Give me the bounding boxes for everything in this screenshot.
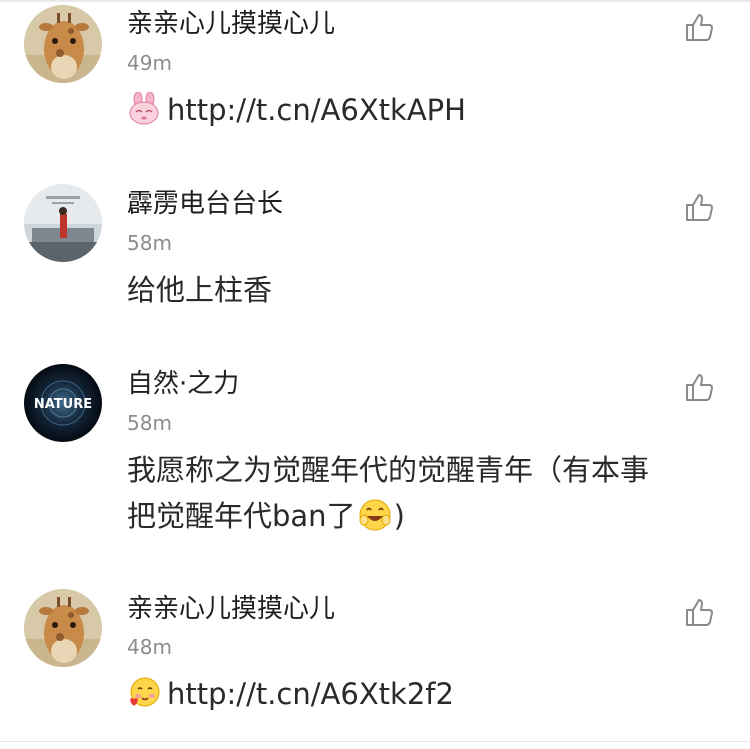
username[interactable]: 自然·之力 [127, 367, 239, 401]
comment-text: 我愿称之为觉醒年代的觉醒青年（有本事 把觉醒年代ban了 ) [127, 447, 737, 539]
comment-item: 亲亲心儿摸摸心儿 49m http://t.cn/A6XtkAPH [0, 0, 750, 180]
radio-host-avatar-icon [24, 184, 102, 262]
link-text[interactable]: http://t.cn/A6Xtk2f2 [167, 677, 454, 711]
link-text[interactable]: http://t.cn/A6XtkAPH [167, 93, 466, 127]
timestamp: 58m [127, 411, 172, 435]
grinning-face-emoji-icon [359, 499, 391, 531]
comment-line: http://t.cn/A6Xtk2f2 [127, 671, 737, 717]
avatar[interactable] [24, 184, 102, 262]
comment-line-text: ) [393, 499, 405, 533]
thumbs-up-icon[interactable] [684, 191, 716, 223]
thumbs-up-icon[interactable] [684, 11, 716, 43]
timestamp: 48m [127, 635, 172, 659]
comment-line: 我愿称之为觉醒年代的觉醒青年（有本事 [127, 453, 650, 487]
timestamp: 49m [127, 51, 172, 75]
avatar-label: NATURE [34, 397, 92, 412]
avatar[interactable] [24, 589, 102, 667]
comment-text: http://t.cn/A6Xtk2f2 [127, 671, 737, 717]
comment-text: 给他上柱香 [127, 267, 737, 313]
comment-line: http://t.cn/A6XtkAPH [127, 87, 737, 133]
username[interactable]: 亲亲心儿摸摸心儿 [127, 592, 335, 626]
giraffe-avatar-icon [24, 589, 102, 667]
blushing-heart-emoji-icon [130, 677, 160, 707]
comment-line: 给他上柱香 [127, 273, 273, 307]
thumbs-up-icon[interactable] [684, 371, 716, 403]
pink-bunny-emoji-icon [129, 92, 159, 125]
avatar[interactable]: NATURE [24, 364, 102, 442]
comment-item: 霹雳电台台长 58m 给他上柱香 [0, 180, 750, 360]
nature-avatar-icon: NATURE [24, 364, 102, 442]
comment-item: 亲亲心儿摸摸心儿 48m http://t.cn/A6Xtk2f2 [0, 585, 750, 741]
comment-text: http://t.cn/A6XtkAPH [127, 87, 737, 133]
username[interactable]: 亲亲心儿摸摸心儿 [127, 7, 335, 41]
comment-item: NATURE 自然·之力 58m 我愿称之为觉醒年代的觉醒青年（有本事 把觉醒年… [0, 360, 750, 585]
giraffe-avatar-icon [24, 5, 102, 83]
avatar[interactable] [24, 5, 102, 83]
timestamp: 58m [127, 231, 172, 255]
thumbs-up-icon[interactable] [684, 596, 716, 628]
comment-line: 把觉醒年代ban了 ) [127, 493, 737, 539]
bottom-divider [0, 741, 750, 742]
username[interactable]: 霹雳电台台长 [127, 187, 283, 221]
comment-line-text: 把觉醒年代ban了 [127, 499, 356, 533]
